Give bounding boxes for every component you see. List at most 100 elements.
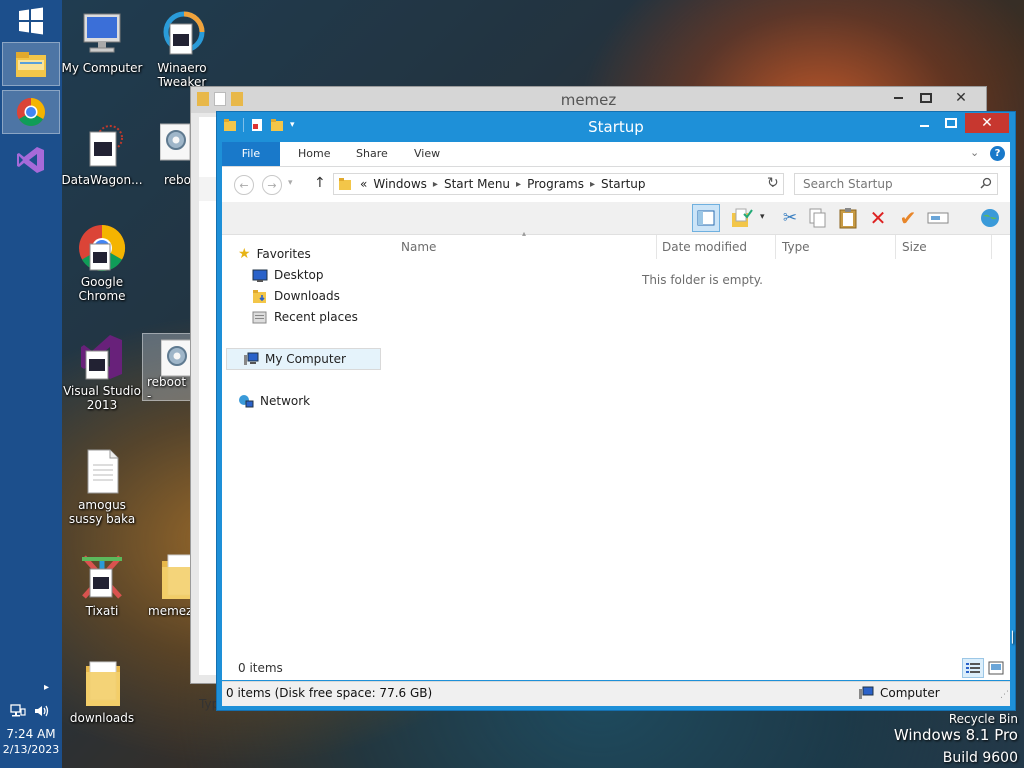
minimize-button[interactable] xyxy=(911,113,937,133)
tab-home[interactable]: Home xyxy=(286,142,342,166)
startup-titlebar[interactable]: ▾ Startup ✕ xyxy=(217,112,1015,140)
address-bar[interactable]: « Windows ▸ Start Menu ▸ Programs ▸ Star… xyxy=(333,173,784,195)
chevron-right-icon[interactable]: ▸ xyxy=(433,179,438,190)
clock-date[interactable]: 2/13/2023 xyxy=(0,742,62,758)
downloads-folder-icon xyxy=(253,289,266,303)
tray-expand-icon[interactable]: ▸ xyxy=(44,682,49,693)
select-button[interactable]: ✔ xyxy=(896,206,920,230)
chrome-icon xyxy=(17,98,45,126)
clock-time[interactable]: 7:24 AM xyxy=(0,726,62,742)
preview-pane-button[interactable] xyxy=(692,204,720,232)
desktop-icon-memez[interactable]: memez xyxy=(142,553,194,618)
nav-downloads[interactable]: Downloads xyxy=(252,286,340,306)
desktop-icon-my-computer[interactable]: My Computer xyxy=(60,10,144,75)
desktop-icon-tixati[interactable]: Tixati xyxy=(60,553,144,618)
memez-titlebar[interactable]: memez ✕ xyxy=(191,87,986,113)
network-icon xyxy=(239,394,254,407)
memez-close-button[interactable]: ✕ xyxy=(941,89,981,107)
breadcrumb-startup[interactable]: Startup xyxy=(601,177,646,191)
paste-button[interactable] xyxy=(836,206,860,230)
tab-file[interactable]: File xyxy=(222,142,280,166)
desktop-icon-google-chrome[interactable]: Google Chrome xyxy=(60,224,144,303)
close-button[interactable]: ✕ xyxy=(965,113,1009,133)
gear-file-icon xyxy=(159,123,191,161)
help-icon[interactable]: ? xyxy=(990,146,1005,161)
tab-share[interactable]: Share xyxy=(344,142,400,166)
tab-view[interactable]: View xyxy=(402,142,452,166)
chevron-right-icon[interactable]: ▸ xyxy=(590,179,595,190)
nav-favorites[interactable]: ★ Favorites xyxy=(238,244,311,264)
copy-button[interactable] xyxy=(806,206,830,230)
taskbar-visual-studio[interactable] xyxy=(2,138,60,182)
column-name[interactable]: Name xyxy=(395,235,657,259)
resize-grip-icon[interactable]: ⋰ xyxy=(1000,690,1009,700)
search-input[interactable]: Search Startup xyxy=(794,173,998,195)
breadcrumb-overflow[interactable]: « xyxy=(360,177,367,191)
startup-window[interactable]: ▾ Startup ✕ File Home Share View ⌄ ? ← →… xyxy=(216,111,1016,711)
desktop-icon-datawagon[interactable]: DataWagon... xyxy=(60,122,144,187)
command-toolbar: ▾ ✂ ✕ ✔ xyxy=(222,202,1010,235)
properties-button[interactable] xyxy=(978,206,1002,230)
memez-minimize-button[interactable] xyxy=(885,89,911,107)
nav-desktop-label: Desktop xyxy=(274,268,324,282)
desktop-icon-downloads[interactable]: downloads xyxy=(60,660,144,725)
visual-studio-icon xyxy=(81,335,122,380)
nav-favorites-label: Favorites xyxy=(256,247,311,261)
desktop-icon-reboot-2[interactable]: reboot - xyxy=(142,333,194,401)
checkmark-icon: ✔ xyxy=(899,206,917,230)
recycle-bin-label[interactable]: Recycle Bin xyxy=(949,712,1018,726)
chevron-right-icon[interactable]: ▸ xyxy=(516,179,521,190)
details-location: Computer xyxy=(880,686,940,700)
column-date-modified[interactable]: Date modified xyxy=(656,235,776,259)
window-title: Startup xyxy=(588,118,644,136)
desktop-icon-reboot-1[interactable]: rebo xyxy=(142,122,194,187)
desktop-icon-visual-studio[interactable]: Visual Studio 2013 xyxy=(60,333,144,412)
refresh-button[interactable]: ↻ xyxy=(767,175,779,191)
large-icons-view-button[interactable] xyxy=(988,660,1004,676)
forward-button[interactable]: → xyxy=(262,175,282,195)
column-size[interactable]: Size xyxy=(896,235,992,259)
maximize-button[interactable] xyxy=(938,113,964,133)
taskbar: ▸ 7:24 AM 2/13/2023 xyxy=(0,0,62,768)
folder-options-dropdown-icon[interactable]: ▾ xyxy=(760,212,765,222)
folder-icon xyxy=(339,178,351,190)
taskbar-chrome[interactable] xyxy=(2,90,60,134)
nav-network[interactable]: Network xyxy=(238,391,310,411)
computer-icon xyxy=(244,352,259,365)
breadcrumb-start-menu[interactable]: Start Menu xyxy=(444,177,510,191)
nav-my-computer[interactable]: My Computer xyxy=(226,348,381,370)
desktop-icon-label: memez xyxy=(148,604,193,618)
desktop-icon xyxy=(252,269,268,282)
nav-recent-places-label: Recent places xyxy=(274,310,358,324)
breadcrumb-windows[interactable]: Windows xyxy=(373,177,427,191)
desktop-icon-label: Visual Studio 2013 xyxy=(63,384,141,412)
rename-icon xyxy=(927,212,949,224)
large-icons-view-icon xyxy=(988,661,1004,675)
folder-options-button[interactable] xyxy=(730,206,754,230)
desktop-icon-amogus[interactable]: amogus sussy baka xyxy=(60,447,144,526)
recent-locations-icon[interactable]: ▾ xyxy=(288,178,293,188)
desktop-icon-label: Winaero Tweaker xyxy=(157,61,207,89)
delete-button[interactable]: ✕ xyxy=(866,206,890,230)
column-type[interactable]: Type xyxy=(776,235,896,259)
up-button[interactable]: ↑ xyxy=(314,175,326,191)
ribbon-expand-icon[interactable]: ⌄ xyxy=(970,146,979,159)
nav-desktop[interactable]: Desktop xyxy=(252,265,324,285)
cut-button[interactable]: ✂ xyxy=(778,206,802,230)
taskbar-file-explorer[interactable] xyxy=(2,42,60,86)
volume-tray-icon[interactable] xyxy=(34,704,50,718)
back-button[interactable]: ← xyxy=(234,175,254,195)
breadcrumb-programs[interactable]: Programs xyxy=(527,177,584,191)
nav-recent-places[interactable]: Recent places xyxy=(252,307,358,327)
pane-icon xyxy=(697,210,715,226)
file-explorer-icon xyxy=(16,52,46,77)
network-tray-icon[interactable] xyxy=(10,704,26,718)
details-view-button[interactable] xyxy=(962,658,984,678)
chrome-icon xyxy=(79,224,126,272)
recent-places-icon xyxy=(252,311,267,323)
search-icon[interactable] xyxy=(980,177,992,192)
desktop-icon-winaero-tweaker[interactable]: Winaero Tweaker xyxy=(140,10,224,89)
memez-maximize-button[interactable] xyxy=(913,89,939,107)
start-button[interactable] xyxy=(15,6,47,36)
rename-button[interactable] xyxy=(926,206,950,230)
